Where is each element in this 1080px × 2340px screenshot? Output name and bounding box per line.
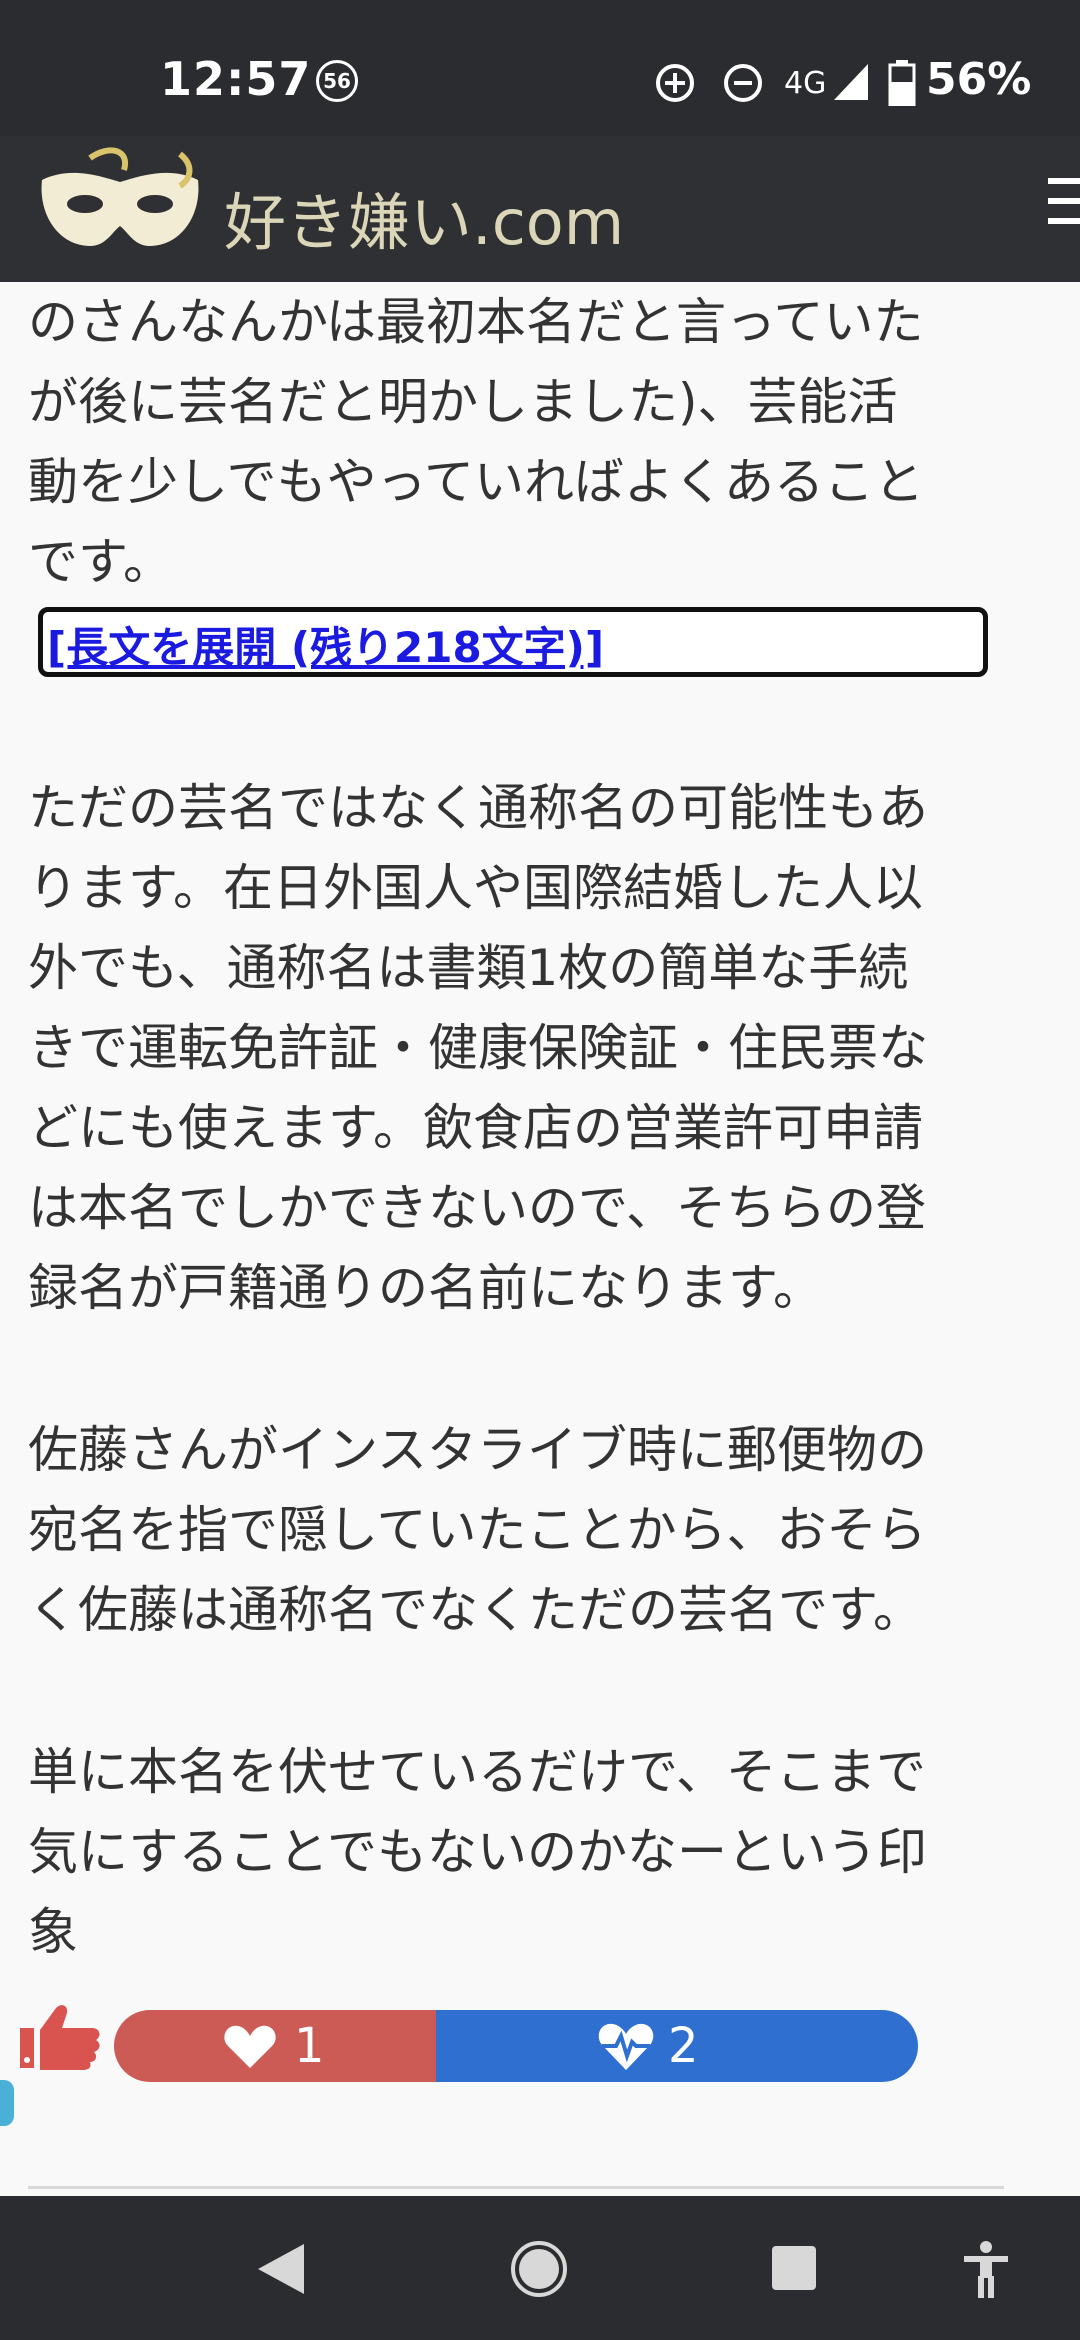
- divider: [28, 2186, 1004, 2189]
- text-line: は本名でしかできないので、そちらの登: [28, 1179, 926, 1237]
- text-line: 宛名を指で隠していたことから、おそら: [28, 1501, 927, 1559]
- network-type: 4G: [784, 66, 827, 101]
- menu-icon[interactable]: [1048, 178, 1080, 238]
- text-line: 単に本名を伏せているだけで、そこまで: [28, 1743, 926, 1801]
- recents-icon[interactable]: [770, 2244, 818, 2292]
- expand-text-box[interactable]: [長文を展開 (残り218文字)]: [38, 607, 988, 677]
- text-line: ただの芸名ではなく通称名の可能性もあ: [28, 779, 928, 837]
- dnd-icon: [724, 64, 762, 102]
- battery-percent: 56%: [926, 54, 1032, 105]
- text-line: 象: [28, 1903, 78, 1961]
- comment-paragraph-1: のさんなんかは最初本名だと言っていた が後に芸名だと明かしました)、芸能活 動を…: [28, 282, 1028, 602]
- status-time: 12:57: [160, 52, 312, 106]
- home-icon[interactable]: [510, 2240, 568, 2298]
- comment-paragraph-2: ただの芸名ではなく通称名の可能性もあ ります。在日外国人や国際結婚した人以 外で…: [28, 768, 1028, 1328]
- notification-badge: 56: [316, 60, 358, 102]
- status-bar: 12:57 56 4G 56%: [0, 0, 1080, 136]
- text-line: 外でも、通称名は書類1枚の簡単な手続: [28, 939, 909, 997]
- text-line: 気にすることでもないのかなーという印: [28, 1823, 927, 1881]
- site-header: 好き嫌い.com: [0, 136, 1080, 282]
- mask-logo-icon[interactable]: [30, 146, 210, 266]
- site-logo-text[interactable]: 好き嫌い.com: [224, 172, 624, 262]
- data-saver-icon: [656, 64, 694, 102]
- like-count: 1: [294, 2018, 325, 2074]
- heart-pulse-icon: [598, 2023, 654, 2070]
- like-button[interactable]: 1: [114, 2010, 436, 2082]
- back-icon[interactable]: [256, 2242, 306, 2296]
- thumbs-up-icon[interactable]: [18, 2000, 102, 2072]
- text-line: ります。在日外国人や国際結婚した人以: [28, 859, 923, 917]
- signal-icon: [834, 64, 868, 100]
- text-line: きで運転免許証・健康保険証・住民票な: [28, 1019, 928, 1077]
- battery-icon: [888, 60, 916, 106]
- accessibility-icon[interactable]: [960, 2240, 1012, 2300]
- text-line: 佐藤さんがインスタライブ時に郵便物の: [28, 1421, 927, 1479]
- vote-bar: 1 2: [114, 2010, 918, 2082]
- text-line: どにも使えます。飲食店の営業許可申請: [28, 1099, 923, 1157]
- love-count: 2: [668, 2018, 699, 2074]
- heart-icon: [224, 2025, 276, 2068]
- text-line: です。: [28, 533, 173, 591]
- comment-paragraph-3: 佐藤さんがインスタライブ時に郵便物の 宛名を指で隠していたことから、おそら く佐…: [28, 1410, 1028, 1650]
- text-line: が後に芸名だと明かしました)、芸能活: [28, 373, 898, 431]
- love-button[interactable]: 2: [436, 2010, 918, 2082]
- system-nav-bar: [0, 2196, 1080, 2340]
- text-line: 録名が戸籍通りの名前になります。: [28, 1259, 823, 1317]
- text-line: のさんなんかは最初本名だと言っていた: [28, 293, 924, 351]
- side-tab[interactable]: [0, 2080, 14, 2126]
- text-line: く佐藤は通称名でなくただの芸名です。: [28, 1581, 923, 1639]
- text-line: 動を少しでもやっていればよくあること: [28, 453, 924, 511]
- expand-text-link[interactable]: [長文を展開 (残り218文字)]: [47, 614, 604, 675]
- comment-paragraph-4: 単に本名を伏せているだけで、そこまで 気にすることでもないのかなーという印 象: [28, 1732, 1028, 1972]
